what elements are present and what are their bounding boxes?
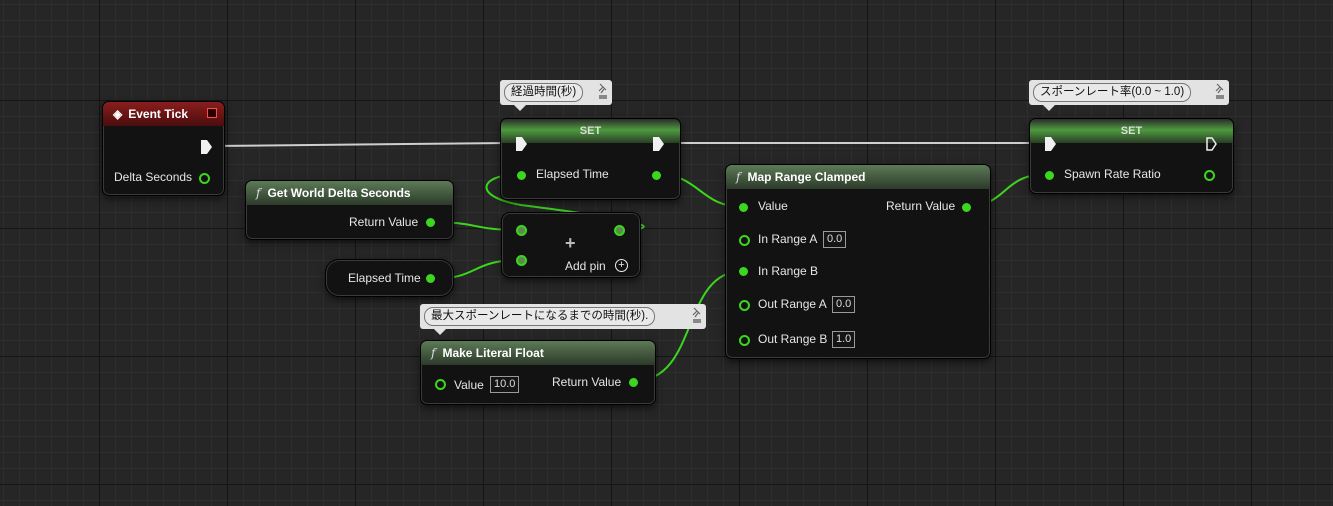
out-range-a-field[interactable]: 0.0	[832, 296, 856, 313]
comment-text: スポーンレート率(0.0 ~ 1.0)	[1033, 83, 1192, 102]
event-tick-node[interactable]: ◈ Event Tick Delta Seconds	[102, 101, 225, 196]
comment-pin-icon[interactable]	[598, 83, 608, 101]
get-world-delta-return-pin[interactable]	[426, 218, 435, 227]
add-output-pin[interactable]	[614, 225, 625, 236]
value-field[interactable]: 10.0	[490, 376, 520, 393]
map-value-pin[interactable]	[739, 203, 748, 212]
in-range-b-pin[interactable]	[739, 267, 748, 276]
set-spawn-comment[interactable]: スポーンレート率(0.0 ~ 1.0)	[1029, 80, 1229, 111]
out-range-a-label: Out Range A	[758, 297, 827, 311]
function-icon: f	[736, 170, 741, 184]
out-range-a-pin[interactable]	[739, 300, 750, 311]
function-icon: f	[256, 186, 261, 200]
return-value-label: Return Value	[349, 215, 419, 229]
event-tick-header: ◈ Event Tick	[103, 102, 224, 126]
in-range-a-field[interactable]: 0.0	[823, 231, 847, 248]
map-range-clamped-node[interactable]: f Map Range Clamped Value Return Value I…	[725, 164, 991, 359]
make-literal-float-node[interactable]: f Make Literal Float Value 10.0 Return V…	[420, 340, 656, 405]
comment-text: 最大スポーンレートになるまでの時間(秒).	[424, 307, 656, 326]
elapsed-getter-pin[interactable]	[426, 274, 435, 283]
wire-layer	[211, 141, 1050, 382]
get-world-delta-title: Get World Delta Seconds	[267, 186, 411, 200]
value-label: Value	[454, 378, 484, 392]
add-pin-label[interactable]: Add pin	[565, 259, 606, 273]
map-range-header: f Map Range Clamped	[726, 165, 990, 189]
set-spawn-header: SET	[1030, 119, 1233, 143]
out-range-b-field[interactable]: 1.0	[832, 331, 856, 348]
in-range-a-label: In Range A	[758, 232, 818, 246]
make-literal-title: Make Literal Float	[442, 346, 544, 360]
set-elapsed-pin-label: Elapsed Time	[536, 167, 609, 181]
elapsed-getter-label: Elapsed Time	[348, 271, 421, 285]
make-literal-comment[interactable]: 最大スポーンレートになるまでの時間(秒).	[420, 304, 706, 335]
add-node[interactable]: + Add pin +	[501, 212, 641, 278]
add-pin-plus-icon[interactable]: +	[615, 259, 628, 272]
set-spawn-pin-label: Spawn Rate Ratio	[1064, 167, 1161, 181]
exec-wire-tick-to-set	[211, 142, 516, 147]
event-diamond-icon: ◈	[113, 107, 123, 121]
get-world-delta-node[interactable]: f Get World Delta Seconds Return Value	[245, 180, 454, 240]
in-range-a-pin[interactable]	[739, 235, 750, 246]
make-literal-header: f Make Literal Float	[421, 341, 655, 365]
set-elapsed-comment[interactable]: 経過時間(秒)	[500, 80, 612, 111]
out-range-b-pin[interactable]	[739, 335, 750, 346]
map-range-title: Map Range Clamped	[747, 170, 866, 184]
set-spawn-input-pin[interactable]	[1045, 171, 1054, 180]
function-icon: f	[431, 346, 436, 360]
delta-seconds-label: Delta Seconds	[114, 170, 193, 184]
event-tick-title: Event Tick	[128, 107, 189, 121]
make-literal-value-pin[interactable]	[435, 379, 446, 390]
event-delegate-icon[interactable]	[207, 108, 217, 118]
set-elapsed-node[interactable]: SET Elapsed Time	[500, 118, 681, 200]
return-value-label: Return Value	[886, 199, 956, 213]
set-spawn-node[interactable]: SET Spawn Rate Ratio	[1029, 118, 1234, 194]
comment-pin-icon[interactable]	[1215, 83, 1225, 101]
comment-text: 経過時間(秒)	[504, 83, 584, 102]
map-return-pin[interactable]	[962, 203, 971, 212]
get-world-delta-header: f Get World Delta Seconds	[246, 181, 453, 205]
set-elapsed-input-pin[interactable]	[517, 171, 526, 180]
add-operator-icon: +	[565, 233, 576, 253]
elapsed-time-getter[interactable]: Elapsed Time	[325, 259, 454, 297]
make-literal-return-pin[interactable]	[629, 378, 638, 387]
value-label: Value	[758, 199, 788, 213]
add-input-a-pin[interactable]	[516, 225, 527, 236]
in-range-b-label: In Range B	[758, 264, 819, 278]
return-value-label: Return Value	[552, 375, 622, 389]
delta-seconds-pin[interactable]	[199, 173, 210, 184]
set-spawn-output-pin[interactable]	[1204, 170, 1215, 181]
out-range-b-label: Out Range B	[758, 332, 828, 346]
comment-pin-icon[interactable]	[692, 307, 702, 325]
add-input-b-pin[interactable]	[516, 255, 527, 266]
set-elapsed-output-pin[interactable]	[652, 171, 661, 180]
